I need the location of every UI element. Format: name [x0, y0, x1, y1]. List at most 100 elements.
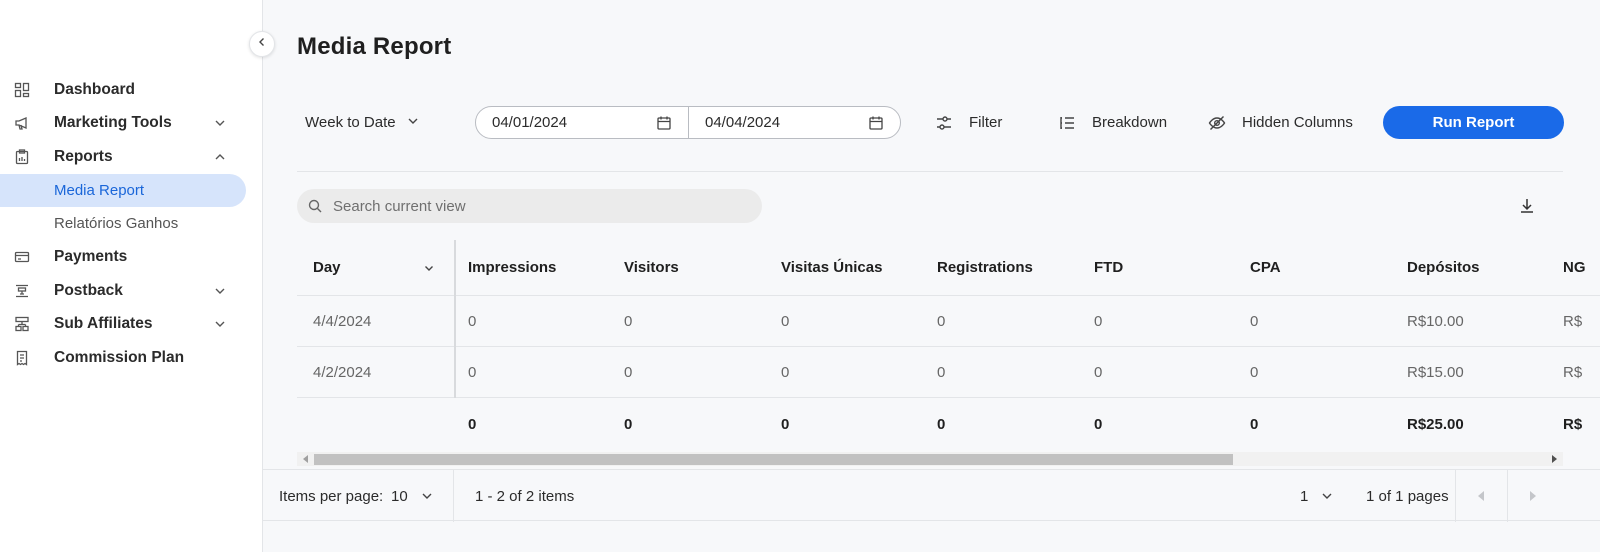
- column-header-registrations[interactable]: Registrations: [937, 240, 1033, 295]
- column-header-ng[interactable]: NG: [1563, 240, 1586, 295]
- sidebar-collapse-button[interactable]: [249, 31, 275, 57]
- table-row: 4/4/2024 0 0 0 0 0 0 R$10.00 R$: [297, 296, 1600, 347]
- credit-card-icon: [14, 249, 30, 265]
- chevron-up-icon: [213, 150, 227, 164]
- chevron-left-icon: [256, 35, 268, 53]
- eye-off-icon: [1208, 114, 1226, 132]
- pages-text: 1 of 1 pages: [1366, 487, 1449, 505]
- pagination-bar: Items per page: 10 1 - 2 of 2 items 1 1 …: [263, 469, 1600, 522]
- sidebar: Dashboard Marketing Tools Reports Media …: [0, 0, 263, 552]
- cell-ftd: 0: [1094, 363, 1103, 381]
- chevron-down-icon: [213, 317, 227, 331]
- sidebar-item-label: Relatórios Ganhos: [54, 215, 179, 233]
- column-header-ftd[interactable]: FTD: [1094, 240, 1123, 295]
- items-per-page-label: Items per page:: [279, 487, 384, 505]
- sidebar-item-label: Postback: [54, 281, 123, 299]
- breakdown-label: Breakdown: [1092, 114, 1168, 131]
- scrollbar-thumb[interactable]: [314, 454, 1233, 465]
- cell-ng: R$: [1563, 312, 1583, 330]
- cell-registrations: 0: [937, 363, 946, 381]
- cell-ftd: 0: [1094, 312, 1103, 330]
- chevron-down-icon: [213, 284, 227, 298]
- list-tree-icon: [1058, 114, 1076, 132]
- date-range-label: Week to Date: [305, 114, 396, 131]
- postback-icon: [14, 283, 30, 299]
- sidebar-item-relatorios-ganhos[interactable]: Relatórios Ganhos: [0, 207, 263, 241]
- column-header-visitas-unicas[interactable]: Visitas Únicas: [781, 240, 882, 295]
- sidebar-item-sub-affiliates[interactable]: Sub Affiliates: [0, 308, 263, 342]
- calendar-icon[interactable]: [656, 115, 672, 135]
- total-cpa: 0: [1250, 416, 1259, 433]
- sidebar-item-label: Reports: [54, 147, 113, 165]
- chevron-down-icon: [406, 114, 420, 132]
- previous-page-button[interactable]: [1455, 470, 1507, 522]
- search-bar: [297, 189, 762, 223]
- sidebar-item-postback[interactable]: Postback: [0, 274, 263, 308]
- end-date-value: 04/04/2024: [705, 114, 781, 131]
- search-input[interactable]: [333, 197, 753, 215]
- column-header-visitors[interactable]: Visitors: [624, 240, 679, 295]
- total-impressions: 0: [468, 416, 477, 433]
- sidebar-nav: Dashboard Marketing Tools Reports Media …: [0, 73, 263, 375]
- hidden-columns-button[interactable]: Hidden Columns: [1208, 106, 1353, 139]
- sidebar-item-media-report[interactable]: Media Report: [0, 173, 246, 207]
- dashboard-icon: [14, 82, 30, 98]
- end-date-field[interactable]: 04/04/2024: [688, 106, 901, 139]
- total-ng: R$: [1563, 416, 1583, 433]
- sidebar-item-dashboard[interactable]: Dashboard: [0, 73, 263, 107]
- sidebar-item-marketing-tools[interactable]: Marketing Tools: [0, 107, 263, 141]
- filter-label: Filter: [969, 114, 1003, 131]
- total-visitors: 0: [624, 416, 633, 433]
- sidebar-item-label: Sub Affiliates: [54, 315, 153, 333]
- calendar-icon[interactable]: [868, 115, 884, 135]
- breakdown-button[interactable]: Breakdown: [1058, 106, 1167, 139]
- megaphone-icon: [14, 115, 30, 131]
- cell-visitas-unicas: 0: [781, 312, 790, 330]
- caret-left-icon: [1478, 491, 1484, 501]
- cell-impressions: 0: [468, 312, 477, 330]
- report-toolbar: Week to Date 04/01/2024 04/04/2024 Filte…: [297, 106, 1564, 139]
- report-table: Day Impressions Visitors Visitas Únicas …: [297, 240, 1600, 470]
- page-value: 1: [1300, 487, 1309, 505]
- receipt-icon: [14, 350, 30, 366]
- sidebar-item-reports[interactable]: Reports: [0, 140, 263, 174]
- sidebar-item-commission-plan[interactable]: Commission Plan: [0, 341, 263, 375]
- column-header-cpa[interactable]: CPA: [1250, 240, 1281, 295]
- sidebar-item-payments[interactable]: Payments: [0, 241, 263, 275]
- search-icon: [307, 198, 323, 214]
- horizontal-scrollbar[interactable]: [297, 452, 1563, 466]
- column-header-depositos[interactable]: Depósitos: [1407, 240, 1480, 295]
- filter-button[interactable]: Filter: [935, 106, 1002, 139]
- page-select[interactable]: 1: [1300, 470, 1334, 522]
- cell-depositos: R$10.00: [1407, 312, 1464, 330]
- table-header-row: Day Impressions Visitors Visitas Únicas …: [297, 240, 1600, 296]
- date-range-select[interactable]: Week to Date: [297, 106, 420, 139]
- caret-right-icon: [1530, 491, 1536, 501]
- column-header-day[interactable]: Day: [313, 240, 341, 295]
- column-header-impressions[interactable]: Impressions: [468, 240, 556, 295]
- total-registrations: 0: [937, 416, 946, 433]
- sitemap-icon: [14, 316, 30, 332]
- sidebar-item-label: Media Report: [54, 181, 145, 199]
- cell-cpa: 0: [1250, 312, 1259, 330]
- hidden-columns-label: Hidden Columns: [1242, 114, 1353, 131]
- start-date-field[interactable]: 04/01/2024: [475, 106, 689, 139]
- divider: [453, 470, 454, 522]
- next-page-button[interactable]: [1507, 470, 1559, 522]
- column-divider: [454, 240, 456, 398]
- total-visitas-unicas: 0: [781, 416, 790, 433]
- cell-registrations: 0: [937, 312, 946, 330]
- run-report-button[interactable]: Run Report: [1383, 106, 1564, 139]
- divider: [297, 171, 1563, 172]
- sliders-icon: [935, 114, 953, 132]
- chevron-down-icon[interactable]: [423, 261, 435, 273]
- chevron-down-icon: [213, 116, 227, 130]
- cell-impressions: 0: [468, 363, 477, 381]
- scroll-left-icon[interactable]: [303, 455, 308, 463]
- download-icon[interactable]: [1518, 197, 1536, 215]
- scroll-right-icon[interactable]: [1552, 455, 1557, 463]
- items-per-page-select[interactable]: 10: [391, 470, 434, 522]
- cell-visitas-unicas: 0: [781, 363, 790, 381]
- cell-depositos: R$15.00: [1407, 363, 1464, 381]
- main-content: Media Report Week to Date 04/01/2024 04/…: [263, 0, 1600, 552]
